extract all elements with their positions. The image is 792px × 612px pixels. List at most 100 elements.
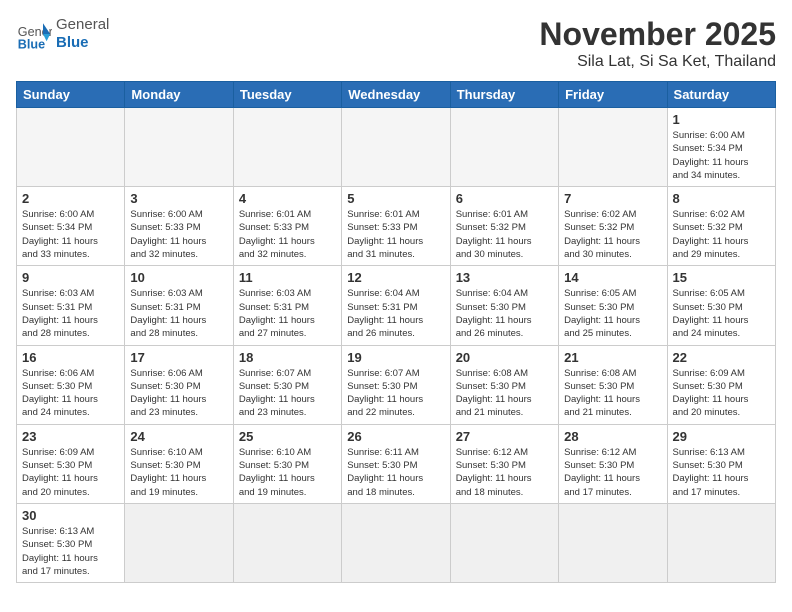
- calendar-cell: 23 Sunrise: 6:09 AM Sunset: 5:30 PM Dayli…: [17, 424, 125, 503]
- weekday-header: Tuesday: [233, 82, 341, 108]
- day-info: Sunrise: 6:01 AM Sunset: 5:32 PM Dayligh…: [456, 208, 553, 261]
- logo: General Blue General Blue: [16, 16, 109, 52]
- day-info: Sunrise: 6:01 AM Sunset: 5:33 PM Dayligh…: [239, 208, 336, 261]
- day-info: Sunrise: 6:03 AM Sunset: 5:31 PM Dayligh…: [130, 287, 227, 340]
- weekday-header: Thursday: [450, 82, 558, 108]
- calendar-row: 30Sunrise: 6:13 AM Sunset: 5:30 PM Dayli…: [17, 503, 776, 582]
- day-number: 13: [456, 270, 553, 285]
- calendar-cell: 18Sunrise: 6:07 AM Sunset: 5:30 PM Dayli…: [233, 345, 341, 424]
- day-number: 10: [130, 270, 227, 285]
- day-number: 2: [22, 191, 119, 206]
- day-info: Sunrise: 6:04 AM Sunset: 5:30 PM Dayligh…: [456, 287, 553, 340]
- calendar-cell: 19 Sunrise: 6:07 AM Sunset: 5:30 PM Dayli…: [342, 345, 450, 424]
- location-title: Sila Lat, Si Sa Ket, Thailand: [539, 53, 776, 71]
- day-number: 20: [456, 350, 553, 365]
- calendar-cell: [559, 108, 667, 187]
- calendar-row: 2 Sunrise: 6:00 AM Sunset: 5:34 PM Daylig…: [17, 187, 776, 266]
- calendar-cell: 12Sunrise: 6:04 AM Sunset: 5:31 PM Dayli…: [342, 266, 450, 345]
- day-info: Sunrise: 6:05 AM Sunset: 5:30 PM Dayligh…: [564, 287, 661, 340]
- calendar-cell: 7 Sunrise: 6:02 AM Sunset: 5:32 PM Daylig…: [559, 187, 667, 266]
- logo-general: General: [56, 16, 109, 34]
- day-info: Sunrise: 6:06 AM Sunset: 5:30 PM Dayligh…: [22, 367, 119, 420]
- day-number: 24: [130, 429, 227, 444]
- logo-blue: Blue: [56, 34, 109, 52]
- day-info: Sunrise: 6:03 AM Sunset: 5:31 PM Dayligh…: [22, 287, 119, 340]
- calendar-cell: [17, 108, 125, 187]
- calendar-cell: 3Sunrise: 6:00 AM Sunset: 5:33 PM Daylig…: [125, 187, 233, 266]
- day-info: Sunrise: 6:00 AM Sunset: 5:33 PM Dayligh…: [130, 208, 227, 261]
- calendar-cell: [233, 108, 341, 187]
- calendar-cell: 29 Sunrise: 6:13 AM Sunset: 5:30 PM Dayli…: [667, 424, 775, 503]
- calendar-cell: [125, 108, 233, 187]
- day-number: 18: [239, 350, 336, 365]
- calendar-cell: 2 Sunrise: 6:00 AM Sunset: 5:34 PM Daylig…: [17, 187, 125, 266]
- calendar-row: 23 Sunrise: 6:09 AM Sunset: 5:30 PM Dayli…: [17, 424, 776, 503]
- calendar-cell: 6Sunrise: 6:01 AM Sunset: 5:32 PM Daylig…: [450, 187, 558, 266]
- day-info: Sunrise: 6:09 AM Sunset: 5:30 PM Dayligh…: [673, 367, 770, 420]
- day-number: 28: [564, 429, 661, 444]
- day-info: Sunrise: 6:07 AM Sunset: 5:30 PM Dayligh…: [347, 367, 444, 420]
- day-info: Sunrise: 6:10 AM Sunset: 5:30 PM Dayligh…: [239, 446, 336, 499]
- calendar-cell: 30Sunrise: 6:13 AM Sunset: 5:30 PM Dayli…: [17, 503, 125, 582]
- calendar-cell: [342, 108, 450, 187]
- day-number: 9: [22, 270, 119, 285]
- calendar-cell: [667, 503, 775, 582]
- day-info: Sunrise: 6:02 AM Sunset: 5:32 PM Dayligh…: [673, 208, 770, 261]
- day-number: 8: [673, 191, 770, 206]
- calendar-header-row: SundayMondayTuesdayWednesdayThursdayFrid…: [17, 82, 776, 108]
- day-info: Sunrise: 6:09 AM Sunset: 5:30 PM Dayligh…: [22, 446, 119, 499]
- weekday-header: Sunday: [17, 82, 125, 108]
- day-info: Sunrise: 6:12 AM Sunset: 5:30 PM Dayligh…: [456, 446, 553, 499]
- day-number: 19: [347, 350, 444, 365]
- day-number: 5: [347, 191, 444, 206]
- day-info: Sunrise: 6:02 AM Sunset: 5:32 PM Dayligh…: [564, 208, 661, 261]
- logo-icon: General Blue: [16, 16, 52, 52]
- day-number: 14: [564, 270, 661, 285]
- day-info: Sunrise: 6:00 AM Sunset: 5:34 PM Dayligh…: [22, 208, 119, 261]
- title-area: November 2025 Sila Lat, Si Sa Ket, Thail…: [539, 16, 776, 71]
- weekday-header: Friday: [559, 82, 667, 108]
- calendar-cell: 4 Sunrise: 6:01 AM Sunset: 5:33 PM Daylig…: [233, 187, 341, 266]
- day-info: Sunrise: 6:13 AM Sunset: 5:30 PM Dayligh…: [22, 525, 119, 578]
- calendar-cell: 13 Sunrise: 6:04 AM Sunset: 5:30 PM Dayli…: [450, 266, 558, 345]
- calendar-cell: 24 Sunrise: 6:10 AM Sunset: 5:30 PM Dayli…: [125, 424, 233, 503]
- calendar-cell: [450, 503, 558, 582]
- calendar-cell: 8 Sunrise: 6:02 AM Sunset: 5:32 PM Daylig…: [667, 187, 775, 266]
- day-info: Sunrise: 6:13 AM Sunset: 5:30 PM Dayligh…: [673, 446, 770, 499]
- day-number: 27: [456, 429, 553, 444]
- day-info: Sunrise: 6:08 AM Sunset: 5:30 PM Dayligh…: [456, 367, 553, 420]
- day-number: 1: [673, 112, 770, 127]
- calendar-cell: [450, 108, 558, 187]
- day-info: Sunrise: 6:11 AM Sunset: 5:30 PM Dayligh…: [347, 446, 444, 499]
- calendar-cell: 28 Sunrise: 6:12 AM Sunset: 5:30 PM Dayli…: [559, 424, 667, 503]
- calendar-cell: 26 Sunrise: 6:11 AM Sunset: 5:30 PM Dayli…: [342, 424, 450, 503]
- header: General Blue General Blue November 2025 …: [16, 16, 776, 71]
- day-info: Sunrise: 6:00 AM Sunset: 5:34 PM Dayligh…: [673, 129, 770, 182]
- day-number: 12: [347, 270, 444, 285]
- calendar-cell: 20 Sunrise: 6:08 AM Sunset: 5:30 PM Dayli…: [450, 345, 558, 424]
- day-info: Sunrise: 6:01 AM Sunset: 5:33 PM Dayligh…: [347, 208, 444, 261]
- day-number: 11: [239, 270, 336, 285]
- day-info: Sunrise: 6:05 AM Sunset: 5:30 PM Dayligh…: [673, 287, 770, 340]
- day-number: 17: [130, 350, 227, 365]
- weekday-header: Wednesday: [342, 82, 450, 108]
- calendar-cell: 27 Sunrise: 6:12 AM Sunset: 5:30 PM Dayli…: [450, 424, 558, 503]
- day-number: 29: [673, 429, 770, 444]
- day-number: 26: [347, 429, 444, 444]
- calendar-cell: [233, 503, 341, 582]
- calendar-cell: 15 Sunrise: 6:05 AM Sunset: 5:30 PM Dayli…: [667, 266, 775, 345]
- day-number: 25: [239, 429, 336, 444]
- day-number: 7: [564, 191, 661, 206]
- day-number: 21: [564, 350, 661, 365]
- day-number: 15: [673, 270, 770, 285]
- day-info: Sunrise: 6:12 AM Sunset: 5:30 PM Dayligh…: [564, 446, 661, 499]
- day-info: Sunrise: 6:10 AM Sunset: 5:30 PM Dayligh…: [130, 446, 227, 499]
- weekday-header: Saturday: [667, 82, 775, 108]
- day-number: 23: [22, 429, 119, 444]
- calendar-cell: 11Sunrise: 6:03 AM Sunset: 5:31 PM Dayli…: [233, 266, 341, 345]
- calendar-cell: [342, 503, 450, 582]
- calendar-row: 16Sunrise: 6:06 AM Sunset: 5:30 PM Dayli…: [17, 345, 776, 424]
- day-number: 4: [239, 191, 336, 206]
- calendar-row: 1 Sunrise: 6:00 AM Sunset: 5:34 PM Daylig…: [17, 108, 776, 187]
- calendar-cell: 17Sunrise: 6:06 AM Sunset: 5:30 PM Dayli…: [125, 345, 233, 424]
